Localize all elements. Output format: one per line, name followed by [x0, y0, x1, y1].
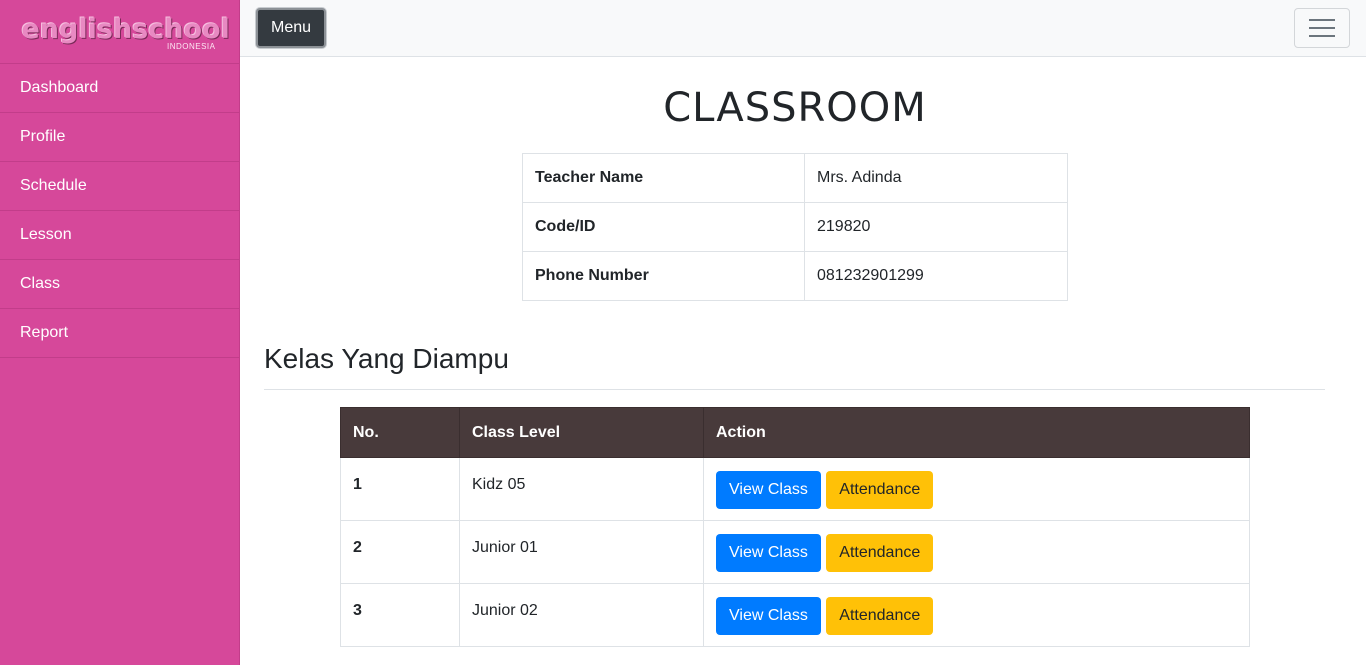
table-row: 1 Kidz 05 View Class Attendance	[340, 457, 1250, 521]
attendance-button[interactable]: Attendance	[826, 597, 934, 635]
class-level: Junior 02	[459, 583, 704, 647]
attendance-button[interactable]: Attendance	[826, 534, 934, 572]
row-number: 2	[340, 520, 460, 584]
sidebar-item-dashboard[interactable]: Dashboard	[0, 64, 239, 113]
info-row: Code/ID 219820	[522, 202, 1068, 252]
sidebar-item-report[interactable]: Report	[0, 309, 239, 358]
sidebar-item-class[interactable]: Class	[0, 260, 239, 309]
brand-area: englishschool INDONESIA	[0, 0, 239, 64]
page-title: CLASSROOM	[663, 85, 927, 131]
info-row: Teacher Name Mrs. Adinda	[522, 153, 1068, 203]
hamburger-icon[interactable]	[1294, 8, 1350, 48]
top-navbar: Menu	[240, 0, 1366, 57]
hamburger-line	[1309, 35, 1335, 37]
info-value: Mrs. Adinda	[804, 153, 1068, 203]
action-cell: View Class Attendance	[703, 520, 1250, 584]
info-key: Code/ID	[522, 202, 805, 252]
hamburger-line	[1309, 27, 1335, 29]
sidebar: englishschool INDONESIA Dashboard Profil…	[0, 0, 240, 665]
sidebar-item-lesson[interactable]: Lesson	[0, 211, 239, 260]
action-cell: View Class Attendance	[703, 583, 1250, 647]
logo-subtitle: INDONESIA	[166, 41, 216, 51]
column-header-action: Action	[703, 407, 1250, 458]
teacher-info-table: Teacher Name Mrs. Adinda Code/ID 219820 …	[522, 153, 1068, 301]
divider	[264, 389, 1325, 390]
class-level: Junior 01	[459, 520, 704, 584]
class-table: No. Class Level Action 1 Kidz 05 View Cl…	[340, 407, 1250, 647]
sidebar-item-profile[interactable]: Profile	[0, 113, 239, 162]
section-title: Kelas Yang Diampu	[264, 343, 509, 374]
class-level: Kidz 05	[459, 457, 704, 521]
row-number: 1	[340, 457, 460, 521]
column-header-class-level: Class Level	[459, 407, 704, 458]
table-row: 2 Junior 01 View Class Attendance	[340, 520, 1250, 584]
menu-toggle-button[interactable]: Menu	[256, 8, 326, 48]
main-content: CLASSROOM Teacher Name Mrs. Adinda Code/…	[240, 57, 1366, 665]
table-row: 3 Junior 02 View Class Attendance	[340, 583, 1250, 647]
info-value: 081232901299	[804, 251, 1068, 301]
logo[interactable]: englishschool INDONESIA	[22, 12, 230, 52]
view-class-button[interactable]: View Class	[716, 471, 821, 509]
view-class-button[interactable]: View Class	[716, 534, 821, 572]
row-number: 3	[340, 583, 460, 647]
table-header-row: No. Class Level Action	[340, 407, 1250, 458]
info-value: 219820	[804, 202, 1068, 252]
action-cell: View Class Attendance	[703, 457, 1250, 521]
sidebar-item-schedule[interactable]: Schedule	[0, 162, 239, 211]
hamburger-line	[1309, 19, 1335, 21]
logo-text: englishschool	[21, 13, 230, 45]
info-key: Teacher Name	[522, 153, 805, 203]
column-header-no: No.	[340, 407, 460, 458]
attendance-button[interactable]: Attendance	[826, 471, 934, 509]
info-row: Phone Number 081232901299	[522, 251, 1068, 301]
view-class-button[interactable]: View Class	[716, 597, 821, 635]
info-key: Phone Number	[522, 251, 805, 301]
